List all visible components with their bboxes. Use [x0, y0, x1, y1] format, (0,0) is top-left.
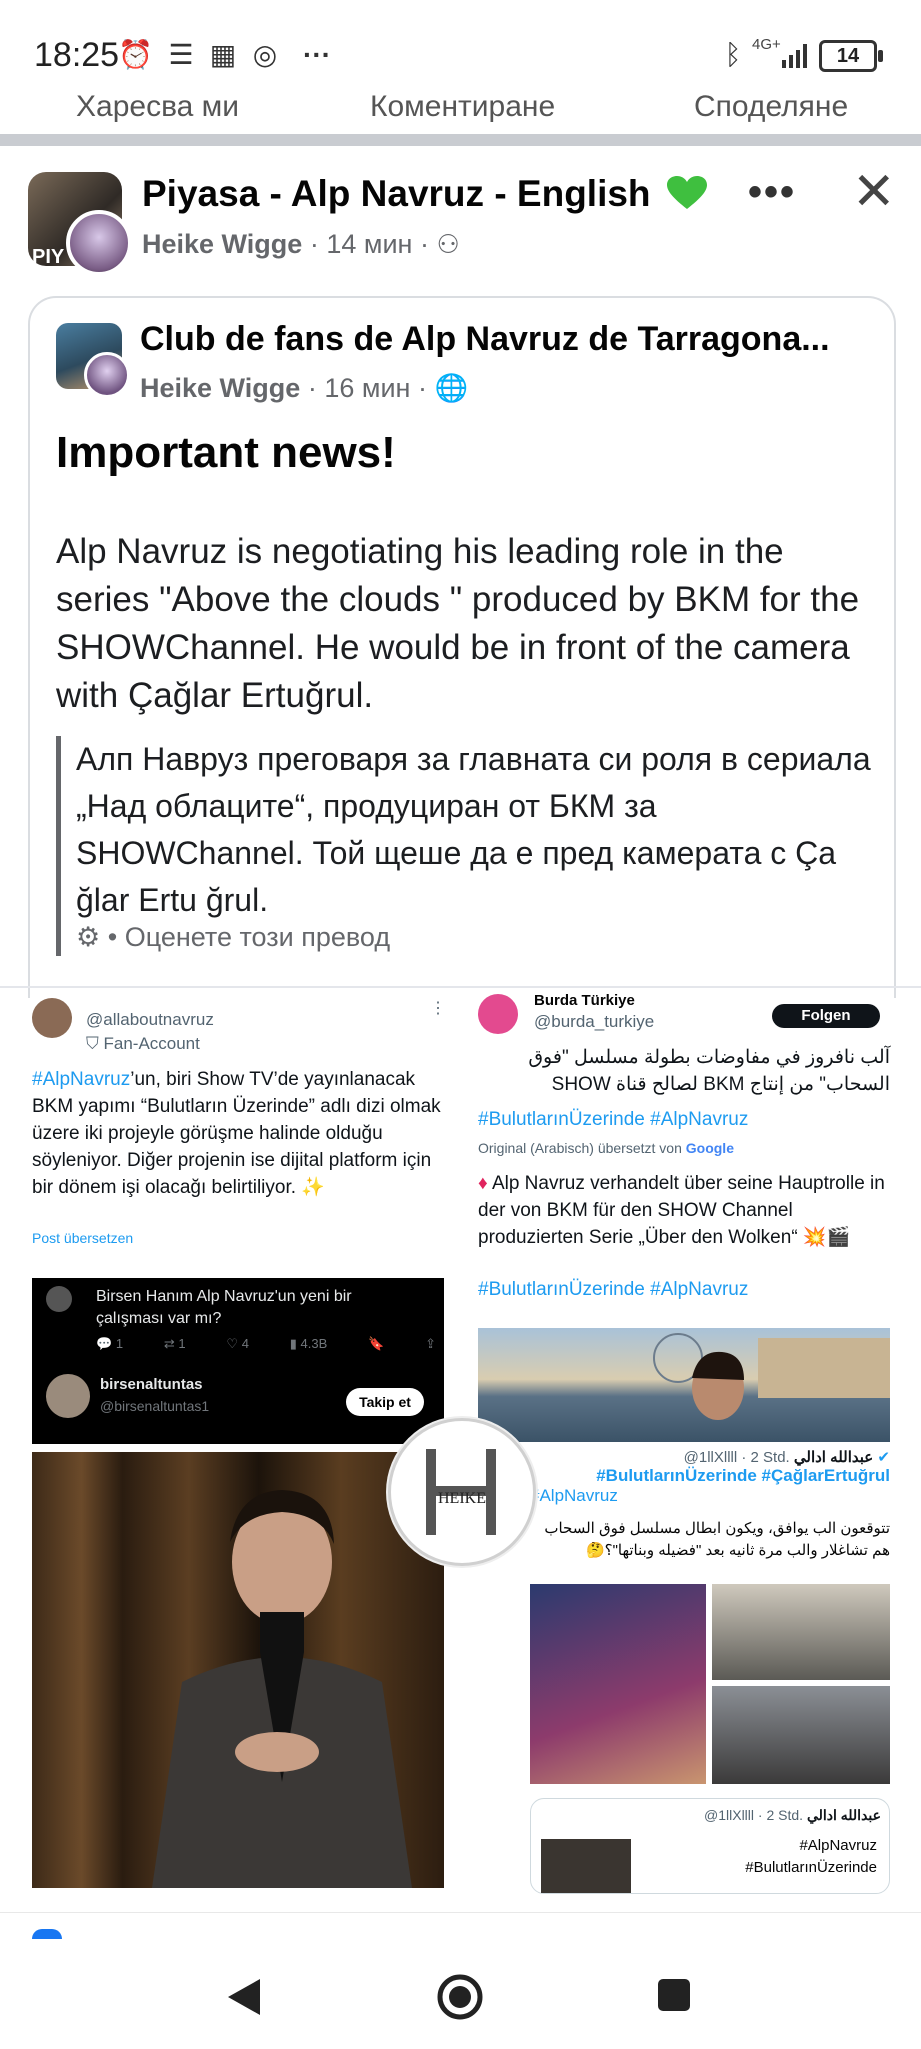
diamond-icon: ♦: [478, 1173, 488, 1194]
arabic-tweet-hashtags-b: #AlpNavruz: [530, 1486, 618, 1505]
birsen-avatar: [46, 1374, 90, 1418]
heike-watermark: HEIKE: [388, 1418, 536, 1566]
burda-arabic-text: آلب نافروز في مفاوضات بطولة مسلسل "فوق ا…: [528, 1047, 890, 1095]
tweet-more-icon: ⋮: [430, 1000, 446, 1017]
layers-icon: ☰: [168, 39, 194, 70]
system-nav-bar: [0, 1912, 921, 2049]
close-icon[interactable]: ✕: [852, 166, 896, 218]
partial-avatar: [32, 1929, 62, 1939]
group-title[interactable]: Club de fans de Alp Navruz de Tarragona.…: [140, 320, 830, 359]
fan-account-badge: ⛉ Fan-Account: [86, 1034, 200, 1053]
back-icon[interactable]: [224, 1975, 264, 2019]
burda-handle: @burda_turkiye: [534, 1012, 655, 1031]
post-author[interactable]: Heike Wigge: [142, 229, 302, 259]
dark-tweet-text: Birsen Hanım Alp Navruz'un yeni bir çalı…: [96, 1288, 352, 1327]
burda-hashtags-2: #BulutlarınÜzerinde #AlpNavruz: [478, 1279, 749, 1300]
group-privacy-icon: ⚇: [436, 229, 460, 259]
translated-note: Original (Arabisch) übersetzt von Google: [478, 1140, 734, 1156]
share-button[interactable]: Споделяне: [694, 90, 848, 124]
author-avatar[interactable]: [66, 210, 132, 276]
folgen-button: Folgen: [772, 1004, 880, 1028]
gear-icon: ⚙: [76, 922, 101, 952]
battery-icon: 14: [819, 40, 883, 72]
grid-photo-3: [712, 1686, 890, 1784]
rate-translation[interactable]: ⚙ • Оценете този превод: [76, 922, 390, 953]
section-divider: [0, 134, 921, 146]
shared-meta: Heike Wigge · 16 мин · 🌐: [140, 373, 469, 403]
burda-german-text: ♦ Alp Navruz verhandelt über seine Haupt…: [478, 1173, 885, 1248]
post-headline: Important news!: [56, 428, 396, 477]
translated-body: Алп Навруз преговаря за главната си роля…: [76, 741, 871, 918]
watermark-logo: HEIKE: [426, 1449, 496, 1535]
shared-author-avatar[interactable]: [84, 352, 130, 398]
post-time[interactable]: 14 мин: [326, 229, 412, 259]
quote-thumb: [541, 1839, 631, 1893]
page-title[interactable]: Piyasa - Alp Navruz - English: [142, 173, 707, 215]
burda-hashtags: #BulutlarınÜzerinde #AlpNavruz: [478, 1109, 749, 1130]
alarm-icon: ⏰: [118, 39, 153, 70]
portrait-photo: [32, 1452, 444, 1888]
network-label: 4G+: [752, 36, 781, 53]
quote-header: @1llXllll · 2 Std. عبدالله ادالي: [704, 1807, 881, 1823]
portrait-illustration: [152, 1490, 412, 1888]
globe-icon: 🌐: [434, 373, 469, 403]
svg-text:HEIKE: HEIKE: [438, 1490, 486, 1507]
burda-name: Burda Türkiye: [534, 992, 635, 1009]
embedded-tweet-dark: Birsen Hanım Alp Navruz'un yeni bir çalı…: [32, 1278, 444, 1444]
home-icon[interactable]: [436, 1973, 484, 2021]
birsen-handle: @birsenaltuntas1: [100, 1398, 210, 1414]
badge-icon: ⛉: [86, 1034, 99, 1053]
shared-author[interactable]: Heike Wigge: [140, 373, 300, 403]
like-button[interactable]: Харесва ми: [76, 90, 239, 124]
post-meta: Heike Wigge · 14 мин · ⚇: [142, 229, 460, 259]
quote-card: @1llXllll · 2 Std. عبدالله ادالي #AlpNav…: [530, 1798, 890, 1894]
post-body: Alp Navruz is negotiating his leading ro…: [56, 532, 860, 715]
instagram-icon: ◎: [252, 39, 278, 70]
tweet-text: #AlpNavruz’un, biri Show TV’de yayınlana…: [32, 1069, 441, 1198]
translate-link: Post übersetzen: [32, 1230, 134, 1246]
dark-tweet-stats: 💬 1 ⇄ 1 ♡ 4 ▮ 4.3B 🔖 ⇪: [96, 1336, 436, 1351]
arabic-tweet-text: تتوقعون الب يوافق، ويكون ابطال مسلسل فوق…: [544, 1520, 890, 1559]
dark-avatar: [46, 1286, 72, 1312]
status-time: 18:25: [34, 36, 120, 74]
bluetooth-icon: ᛒ: [724, 39, 742, 70]
translation-bar: [56, 736, 61, 956]
burda-avatar: [478, 994, 518, 1034]
tweet-hashtag: #AlpNavruz: [32, 1069, 131, 1090]
tweet-handle: @allaboutnavruz: [86, 1010, 214, 1029]
more-options-icon[interactable]: •••: [748, 170, 796, 215]
shared-time[interactable]: 16 мин: [324, 373, 410, 403]
quote-tag-2: #BulutlarınÜzerinde: [745, 1859, 877, 1876]
green-heart-icon: [666, 176, 707, 209]
signal-icon: [782, 44, 807, 68]
grid-photo-2: [712, 1584, 890, 1680]
quote-tag-1: #AlpNavruz: [799, 1837, 877, 1854]
page-title-text: Piyasa - Alp Navruz - English: [142, 173, 651, 214]
comment-button[interactable]: Коментиране: [370, 90, 555, 124]
birsen-name: birsenaltuntas: [100, 1376, 203, 1393]
london-photo: [478, 1328, 890, 1442]
arabic-tweet-header: @1llXllll · 2 Std. عبدالله ادالي ✔: [683, 1449, 890, 1466]
photo-grid: [530, 1584, 890, 1784]
avatar-label: PIY: [32, 246, 65, 268]
post-actions-bar: Харесва ми Коментиране Споделяне: [0, 84, 921, 136]
grid-icon: ▦: [209, 39, 237, 70]
london-illustration: [653, 1333, 890, 1420]
more-status-icon: ···: [303, 39, 331, 70]
arabic-tweet-hashtags: #BulutlarınÜzerinde #ÇağlarErtuğrul: [596, 1466, 890, 1485]
post-image-collage[interactable]: @allaboutnavruz ⛉ Fan-Account ⋮ #AlpNavr…: [0, 988, 921, 1910]
grid-photo-1: [530, 1584, 706, 1784]
takip-button: Takip et: [346, 1388, 424, 1416]
recents-icon[interactable]: [656, 1977, 692, 2013]
tweet-avatar: [32, 998, 72, 1038]
